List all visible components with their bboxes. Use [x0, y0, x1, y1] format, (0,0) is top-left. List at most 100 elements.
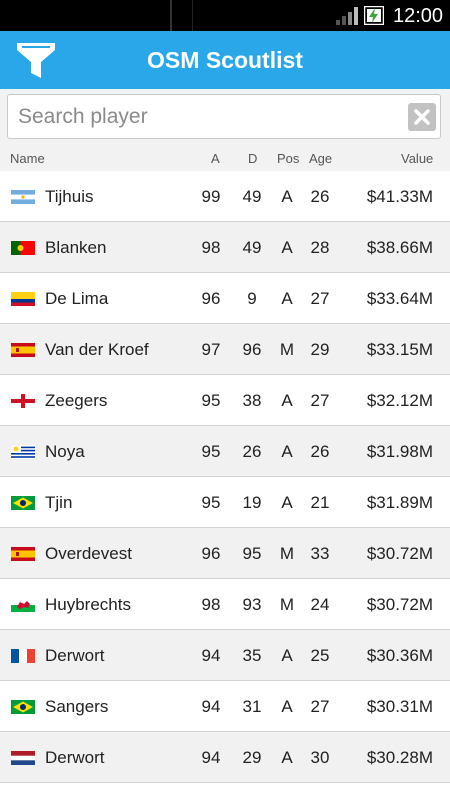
spain-flag-icon [11, 547, 35, 561]
player-defense: 26 [242, 442, 262, 461]
player-position: A [281, 493, 293, 512]
player-attack: 97 [201, 340, 221, 359]
player-position: M [279, 340, 295, 359]
player-row[interactable]: De Lima 96 9 A 27 $33.64M [0, 273, 450, 324]
player-age: 27 [310, 391, 330, 410]
player-row[interactable]: Zeegers 95 38 A 27 $32.12M [0, 375, 450, 426]
player-name: Van der Kroef [45, 340, 149, 359]
player-attack: 98 [201, 238, 221, 257]
player-position: M [279, 595, 295, 614]
player-name: Blanken [45, 238, 107, 257]
spain-flag-icon [11, 343, 35, 357]
clear-search-button[interactable] [408, 103, 436, 131]
argentina-flag-icon [11, 190, 35, 204]
column-header-age[interactable]: Age [309, 151, 332, 166]
player-value: $31.98M [366, 442, 433, 461]
player-value: $30.28M [366, 748, 433, 767]
player-defense: 35 [242, 646, 262, 665]
player-age: 26 [310, 187, 330, 206]
player-defense: 19 [242, 493, 262, 512]
player-position: A [281, 289, 293, 308]
england-flag-icon [11, 394, 35, 408]
search-input[interactable] [7, 94, 441, 139]
player-attack: 94 [201, 697, 221, 716]
app-title: OSM Scoutlist [147, 47, 303, 73]
player-value: $30.31M [366, 697, 433, 716]
uruguay-flag-icon [11, 445, 35, 459]
player-attack: 96 [201, 544, 221, 563]
column-header-value[interactable]: Value [401, 151, 433, 166]
player-value: $30.72M [366, 544, 433, 563]
player-name: Zeegers [45, 391, 108, 410]
player-age: 25 [310, 646, 330, 665]
colombia-flag-icon [11, 292, 35, 306]
player-position: A [281, 646, 293, 665]
netherlands-flag-icon [11, 751, 35, 765]
player-attack: 96 [201, 289, 221, 308]
player-defense: 49 [242, 187, 262, 206]
player-row[interactable]: Van der Kroef 97 96 M 29 $33.15M [0, 324, 450, 375]
player-name: Tijhuis [45, 187, 94, 206]
player-age: 33 [310, 544, 330, 563]
player-age: 26 [310, 442, 330, 461]
player-age: 27 [310, 289, 330, 308]
player-name: Tjin [45, 493, 73, 512]
player-defense: 38 [242, 391, 262, 410]
player-row[interactable]: Overdevest 96 95 M 33 $30.72M [0, 528, 450, 579]
player-age: 29 [310, 340, 330, 359]
player-attack: 94 [201, 646, 221, 665]
player-value: $31.89M [366, 493, 433, 512]
player-age: 28 [310, 238, 330, 257]
player-attack: 95 [201, 391, 221, 410]
player-row[interactable]: Huybrechts 98 93 M 24 $30.72M [0, 579, 450, 630]
column-header-pos[interactable]: Pos [277, 151, 299, 166]
signal-bars-icon [336, 7, 358, 25]
player-defense: 93 [242, 595, 262, 614]
column-header-name[interactable]: Name [10, 151, 45, 166]
player-value: $33.15M [366, 340, 433, 359]
player-name: Derwort [45, 748, 105, 767]
status-bar-divider [192, 0, 193, 31]
player-attack: 94 [201, 748, 221, 767]
player-defense: 49 [242, 238, 262, 257]
player-attack: 95 [201, 493, 221, 512]
player-row[interactable]: Noya 95 26 A 26 $31.98M [0, 426, 450, 477]
status-clock: 12:00 [393, 5, 444, 27]
player-row[interactable]: Sangers 94 31 A 27 $30.31M [0, 681, 450, 732]
player-defense: 95 [242, 544, 262, 563]
player-value: $30.36M [366, 646, 433, 665]
player-defense: 29 [242, 748, 262, 767]
player-position: A [281, 442, 293, 461]
player-list: Tijhuis 99 49 A 26 $41.33M Blanken 98 49 A 28 $38.6… [0, 171, 450, 783]
player-row[interactable]: Blanken 98 49 A 28 $38.66M [0, 222, 450, 273]
portugal-flag-icon [11, 241, 35, 255]
player-value: $32.12M [366, 391, 433, 410]
search-bar [0, 89, 450, 147]
column-header-a[interactable]: A [211, 151, 220, 166]
clear-x-icon [414, 109, 430, 125]
player-row[interactable]: Derwort 94 35 A 25 $30.36M [0, 630, 450, 681]
filter-funnel-icon[interactable] [14, 40, 58, 80]
column-header-d[interactable]: D [248, 151, 257, 166]
wales-flag-icon [11, 598, 35, 612]
player-value: $41.33M [366, 187, 433, 206]
player-age: 21 [310, 493, 330, 512]
player-name: Huybrechts [45, 595, 131, 614]
action-bar: OSM Scoutlist [0, 31, 450, 89]
battery-charging-icon [364, 6, 384, 25]
player-position: M [279, 544, 295, 563]
player-name: Sangers [45, 697, 109, 716]
player-attack: 95 [201, 442, 221, 461]
player-value: $38.66M [366, 238, 433, 257]
player-defense: 31 [242, 697, 262, 716]
status-bar-divider [170, 0, 172, 31]
player-position: A [281, 697, 293, 716]
player-row[interactable]: Tijhuis 99 49 A 26 $41.33M [0, 171, 450, 222]
player-position: A [281, 187, 293, 206]
player-defense: 9 [247, 289, 257, 308]
player-row[interactable]: Tjin 95 19 A 21 $31.89M [0, 477, 450, 528]
france-flag-icon [11, 649, 35, 663]
player-row[interactable]: Derwort 94 29 A 30 $30.28M [0, 732, 450, 783]
player-name: De Lima [45, 289, 109, 308]
player-name: Derwort [45, 646, 105, 665]
